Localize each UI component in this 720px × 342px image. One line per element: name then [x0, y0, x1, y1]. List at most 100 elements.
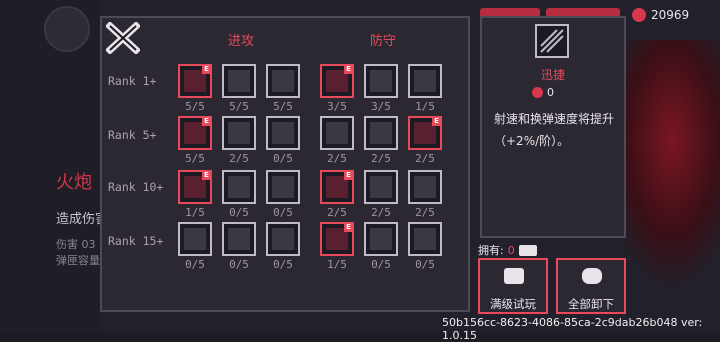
talent-count: 1/5	[415, 100, 435, 113]
talent-cell[interactable]: E	[408, 116, 442, 150]
max-level-trial-button[interactable]: 满级试玩	[478, 258, 548, 314]
heart-shield-icon	[414, 70, 436, 92]
elite-badge-icon: E	[344, 171, 353, 180]
diagonal-stripes-icon	[540, 29, 564, 53]
character-slot-avatar[interactable]	[44, 6, 90, 52]
talent-cell[interactable]: E	[320, 222, 354, 256]
locked-mask-icon	[228, 228, 250, 250]
talent-count: 1/5	[327, 258, 347, 271]
fist-icon	[272, 70, 294, 92]
owned-label: 拥有:	[478, 244, 504, 257]
weapon-stat-1: 伤害 03	[56, 238, 96, 251]
level-value: 0	[547, 86, 554, 99]
talent-cell[interactable]: E	[320, 64, 354, 98]
talent-cell[interactable]: E	[178, 64, 212, 98]
talent-cell[interactable]	[408, 222, 442, 256]
crescent-figure-icon	[414, 176, 436, 198]
ticket-icon	[518, 244, 537, 256]
talent-count: 2/5	[415, 206, 435, 219]
talent-cell[interactable]	[266, 64, 300, 98]
talent-cell[interactable]	[320, 116, 354, 150]
wave-icon	[272, 122, 294, 144]
talent-cell[interactable]: E	[178, 170, 212, 204]
owned-tickets: 拥有: 0	[478, 242, 537, 258]
selected-talent-name: 迅捷	[540, 68, 565, 82]
talent-cell[interactable]	[408, 64, 442, 98]
talent-count: 5/5	[273, 100, 293, 113]
talent-count: 0/5	[273, 152, 293, 165]
talent-cell[interactable]: E	[320, 170, 354, 204]
talent-cell[interactable]	[266, 116, 300, 150]
locked-hands-icon	[414, 228, 436, 250]
talent-cell[interactable]	[222, 116, 256, 150]
weapon-stat-2: 弹匣容量	[56, 254, 100, 267]
talent-count: 2/5	[229, 152, 249, 165]
close-icon[interactable]	[106, 22, 140, 54]
selected-talent-level: 0	[532, 86, 554, 99]
talent-count: 2/5	[371, 152, 391, 165]
talent-cell[interactable]	[364, 64, 398, 98]
weapon-title: 火炮	[56, 172, 92, 193]
boot-icon	[370, 122, 392, 144]
ring-icon	[326, 122, 348, 144]
talent-count: 2/5	[327, 152, 347, 165]
spiral-icon	[228, 70, 250, 92]
talent-cell[interactable]	[364, 222, 398, 256]
locked-wings-icon	[370, 228, 392, 250]
talent-count: 0/5	[415, 258, 435, 271]
talent-count: 5/5	[185, 152, 205, 165]
unequip-icon	[582, 268, 602, 284]
locked-claw-icon	[272, 228, 294, 250]
sparkle-heart-icon	[370, 176, 392, 198]
yinyang-coin-icon	[632, 8, 646, 22]
selected-talent-icon	[535, 24, 569, 58]
selected-talent-description: 射速和换弹速度将提升（+2%/阶）。	[494, 112, 615, 148]
talent-cell[interactable]	[222, 64, 256, 98]
talent-count: 0/5	[229, 206, 249, 219]
talent-count: 0/5	[273, 258, 293, 271]
talent-count: 5/5	[185, 100, 205, 113]
defense-column-title: 防守	[370, 34, 397, 49]
locked-bird-icon	[184, 228, 206, 250]
elite-badge-icon: E	[202, 117, 211, 126]
talent-cell[interactable]	[364, 170, 398, 204]
talent-count: 1/5	[185, 206, 205, 219]
talent-cell[interactable]	[222, 222, 256, 256]
rank-label: Rank 1+	[108, 74, 157, 88]
rank-label: Rank 10+	[108, 180, 164, 194]
yinyang-coin-icon	[532, 87, 543, 98]
ticket-icon	[504, 268, 524, 284]
elite-badge-icon: E	[432, 117, 441, 126]
talent-cell[interactable]	[222, 170, 256, 204]
talent-cell[interactable]	[408, 170, 442, 204]
version-string: 50b156cc-8623-4086-85ca-2c9dab26b048 ver…	[442, 316, 703, 342]
talent-cell[interactable]	[266, 170, 300, 204]
talent-count: 0/5	[273, 206, 293, 219]
unequip-all-button[interactable]: 全部卸下	[556, 258, 626, 314]
background-left-panel	[0, 0, 100, 332]
rank-label: Rank 15+	[108, 234, 164, 248]
elite-badge-icon: E	[202, 171, 211, 180]
talent-count: 2/5	[415, 152, 435, 165]
unequip-label: 全部卸下	[568, 297, 614, 311]
elite-badge-icon: E	[344, 65, 353, 74]
triangle-rune-icon	[228, 176, 250, 198]
elite-badge-icon: E	[202, 65, 211, 74]
talent-count: 3/5	[327, 100, 347, 113]
talent-cell[interactable]	[178, 222, 212, 256]
trial-label: 满级试玩	[490, 297, 536, 311]
claw-icon	[228, 122, 250, 144]
talent-cell[interactable]	[364, 116, 398, 150]
owned-value: 0	[507, 243, 515, 257]
talent-cell[interactable]	[266, 222, 300, 256]
currency-display: 20969	[632, 8, 689, 22]
elite-badge-icon: E	[344, 223, 353, 232]
talent-count: 2/5	[327, 206, 347, 219]
currency-amount: 20969	[651, 8, 690, 22]
talent-count: 2/5	[371, 206, 391, 219]
attack-column-title: 进攻	[228, 34, 255, 49]
talent-count: 0/5	[371, 258, 391, 271]
talent-count: 0/5	[229, 258, 249, 271]
talent-cell[interactable]: E	[178, 116, 212, 150]
explosion-icon	[272, 176, 294, 198]
